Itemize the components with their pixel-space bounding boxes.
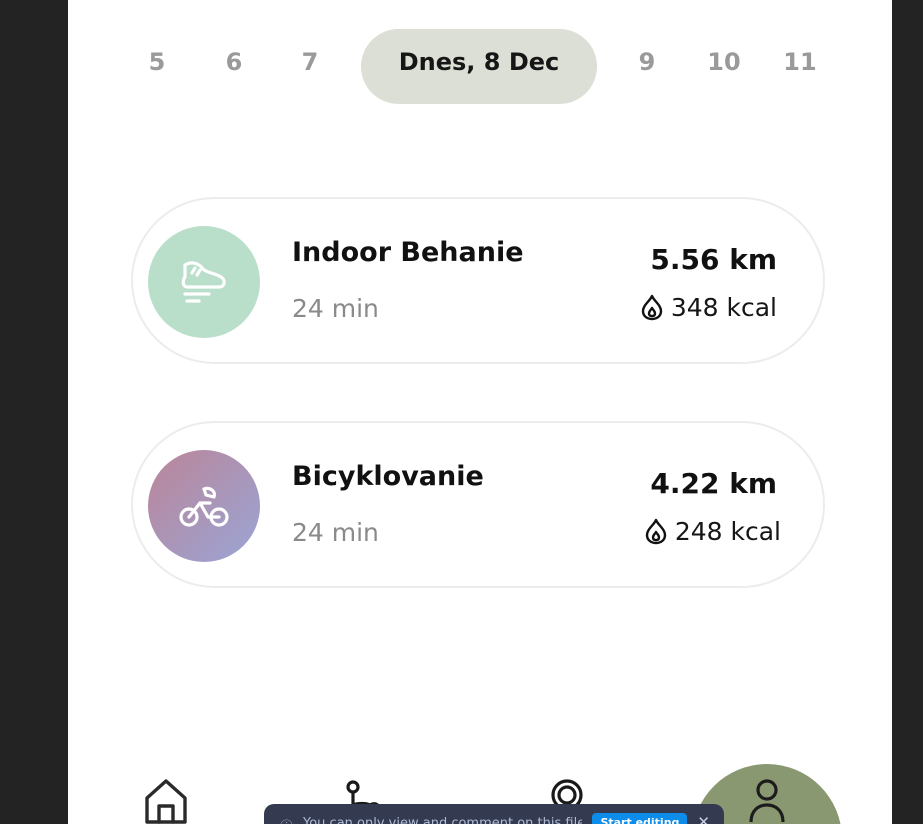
activity-distance: 5.56 km	[650, 243, 777, 276]
activity-calories: 248 kcal	[645, 517, 781, 546]
date-item[interactable]: 5	[137, 48, 177, 76]
activity-calories-value: 248 kcal	[674, 517, 781, 546]
cyclist-icon	[179, 486, 229, 527]
activity-calories: 348 kcal	[641, 293, 777, 322]
activity-card[interactable]: Indoor Behanie 24 min 5.56 km 348 kcal	[131, 197, 825, 364]
date-item[interactable]: 10	[704, 48, 744, 76]
date-item[interactable]: 6	[214, 48, 254, 76]
activity-duration: 24 min	[292, 294, 379, 323]
activity-card[interactable]: Bicyklovanie 24 min 4.22 km 248 kcal	[131, 421, 825, 588]
date-item[interactable]: 11	[780, 48, 820, 76]
date-item-selected[interactable]: Dnes, 8 Dec	[361, 29, 597, 104]
activity-distance: 4.22 km	[650, 467, 777, 500]
app-screen: 5 6 7 Dnes, 8 Dec 9 10 11 Indoor Behanie…	[68, 0, 892, 824]
activity-duration: 24 min	[292, 518, 379, 547]
activity-icon-badge	[148, 226, 260, 338]
home-icon[interactable]	[144, 778, 188, 824]
activity-title: Bicyklovanie	[292, 461, 484, 492]
info-icon: ⓘ	[280, 816, 293, 824]
flame-icon	[645, 518, 667, 545]
date-item[interactable]: 7	[290, 48, 330, 76]
profile-icon	[749, 779, 785, 822]
flame-icon	[641, 294, 663, 321]
close-icon[interactable]: ✕	[697, 813, 710, 824]
activity-icon-badge	[148, 450, 260, 562]
toast-message: You can only view and comment on this fi…	[303, 816, 583, 824]
view-only-toast: ⓘ You can only view and comment on this …	[264, 804, 724, 824]
activity-title: Indoor Behanie	[292, 237, 524, 268]
activity-calories-value: 348 kcal	[670, 293, 777, 322]
date-selected-label: Dnes, 8 Dec	[398, 47, 560, 76]
start-editing-button[interactable]: Start editing	[592, 813, 688, 824]
running-shoe-icon	[181, 261, 226, 303]
date-item[interactable]: 9	[627, 48, 667, 76]
